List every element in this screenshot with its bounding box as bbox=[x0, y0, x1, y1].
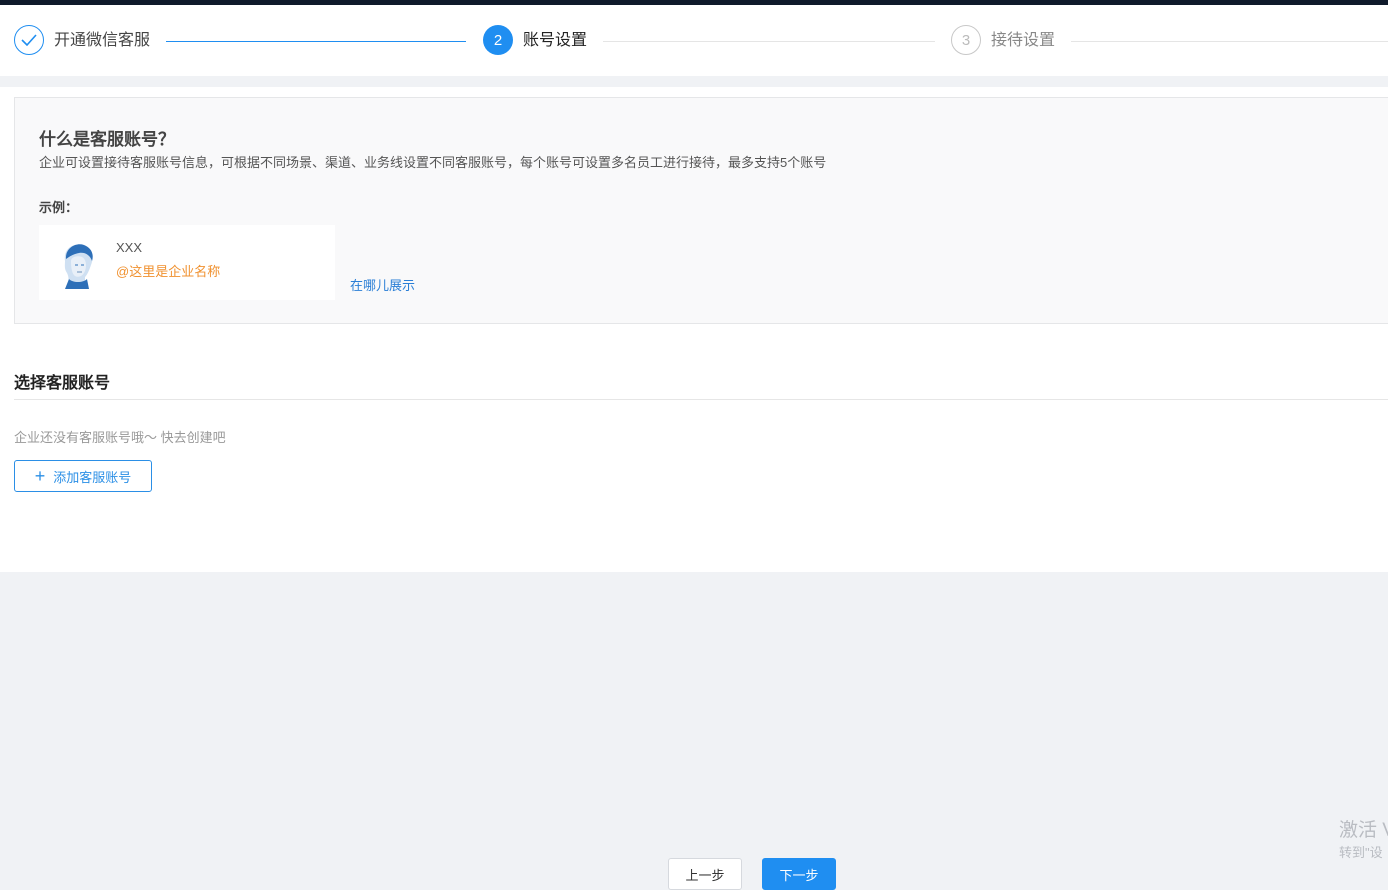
check-icon bbox=[21, 34, 37, 46]
step-connector-2 bbox=[603, 41, 935, 42]
step-connector-1 bbox=[166, 41, 466, 42]
step-2-circle: 2 bbox=[483, 25, 513, 55]
step-2-label: 账号设置 bbox=[523, 32, 588, 49]
prev-step-button[interactable]: 上一步 bbox=[668, 858, 742, 890]
steps-bar: 开通微信客服 2 账号设置 3 接待设置 bbox=[0, 5, 1388, 76]
add-account-button[interactable]: + 添加客服账号 bbox=[14, 460, 152, 492]
avatar bbox=[64, 244, 93, 289]
info-title: 什么是客服账号？ bbox=[39, 130, 175, 149]
step-3-label: 接待设置 bbox=[991, 32, 1056, 49]
example-label: 示例： bbox=[39, 200, 79, 215]
info-card: 什么是客服账号？ 企业可设置接待客服账号信息，可根据不同场景、渠道、业务线设置不… bbox=[14, 97, 1388, 324]
section-divider bbox=[14, 399, 1388, 400]
example-card: XXX @这里是企业名称 bbox=[39, 225, 335, 300]
gap-band bbox=[0, 76, 1388, 87]
section-title: 选择客服账号 bbox=[14, 375, 111, 392]
step-3-circle: 3 bbox=[951, 25, 981, 55]
step-3-number: 3 bbox=[961, 31, 971, 49]
empty-state-text: 企业还没有客服账号哦～ 快去创建吧 bbox=[14, 430, 226, 445]
step-1-check-icon bbox=[14, 25, 44, 55]
info-description: 企业可设置接待客服账号信息，可根据不同场景、渠道、业务线设置不同客服账号，每个账… bbox=[39, 155, 827, 170]
step-2-number: 2 bbox=[493, 31, 503, 49]
add-account-label: 添加客服账号 bbox=[53, 469, 132, 485]
step-connector-3 bbox=[1071, 41, 1388, 42]
next-step-button[interactable]: 下一步 bbox=[762, 858, 836, 890]
example-corp-name: @这里是企业名称 bbox=[116, 264, 221, 279]
plus-icon: + bbox=[34, 466, 46, 486]
example-account-name: XXX bbox=[116, 240, 143, 255]
next-step-label: 下一步 bbox=[779, 867, 819, 883]
activation-watermark-subtitle: 转到"设 bbox=[1339, 845, 1383, 860]
prev-step-label: 上一步 bbox=[685, 867, 725, 883]
where-shown-link[interactable]: 在哪儿展示 bbox=[350, 275, 415, 294]
activation-watermark-title: 激活 V bbox=[1339, 820, 1388, 841]
step-1-label: 开通微信客服 bbox=[54, 32, 151, 49]
main-content: 什么是客服账号？ 企业可设置接待客服账号信息，可根据不同场景、渠道、业务线设置不… bbox=[0, 87, 1388, 572]
